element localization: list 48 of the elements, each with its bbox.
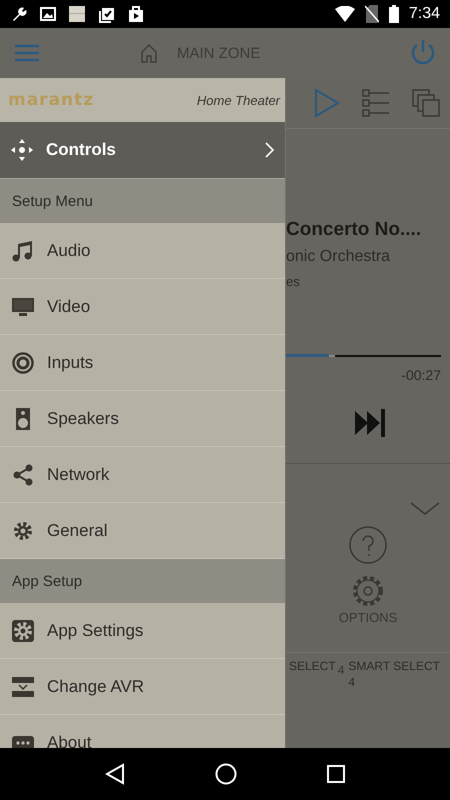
track-artist: onic Orchestra bbox=[286, 248, 392, 266]
section-header: Setup Menu bbox=[0, 179, 285, 223]
play-icon[interactable] bbox=[314, 88, 340, 118]
track-title: Concerto No.... bbox=[286, 219, 422, 241]
clock-time: 7:34 bbox=[408, 5, 440, 23]
ring-icon bbox=[12, 352, 34, 374]
menu-item[interactable]: Audio bbox=[0, 223, 285, 279]
brand-subtitle: Home Theater bbox=[196, 92, 280, 108]
bag-play-icon bbox=[128, 5, 144, 23]
power-icon[interactable] bbox=[410, 39, 436, 67]
no-sim-icon bbox=[364, 5, 379, 23]
move-arrows-icon bbox=[11, 139, 33, 161]
menu-item[interactable]: Network bbox=[0, 447, 285, 503]
share-icon bbox=[12, 464, 34, 486]
remaining-time: -00:27 bbox=[401, 367, 441, 383]
count-label: 4 bbox=[348, 675, 356, 689]
menu-item[interactable]: Video bbox=[0, 279, 285, 335]
menu-item[interactable]: Inputs bbox=[0, 335, 285, 391]
brand-logo: marantz bbox=[8, 90, 94, 110]
thumbnail-icon bbox=[68, 5, 86, 23]
help-icon[interactable] bbox=[349, 526, 387, 564]
gear-icon bbox=[12, 520, 34, 542]
home-icon[interactable] bbox=[139, 43, 159, 63]
music-note-icon bbox=[12, 240, 34, 262]
recents-icon[interactable] bbox=[327, 765, 345, 783]
menu-item[interactable]: General bbox=[0, 503, 285, 559]
menu-item[interactable]: Speakers bbox=[0, 391, 285, 447]
home-circle-icon[interactable] bbox=[215, 763, 237, 785]
battery-icon bbox=[388, 5, 399, 23]
copy-icon[interactable] bbox=[412, 89, 440, 117]
menu-item[interactable]: About bbox=[0, 715, 285, 748]
chevron-down-icon[interactable] bbox=[410, 502, 440, 516]
image-icon bbox=[40, 6, 56, 22]
menu-icon[interactable] bbox=[15, 44, 39, 62]
skip-next-icon[interactable] bbox=[354, 409, 386, 437]
section-header: App Setup bbox=[0, 559, 285, 603]
back-icon[interactable] bbox=[105, 763, 125, 785]
gear-icon[interactable] bbox=[351, 574, 385, 608]
gear-square-icon bbox=[12, 620, 34, 642]
wifi-icon bbox=[334, 6, 355, 22]
track-album: es bbox=[286, 274, 301, 289]
controls-item[interactable]: Controls bbox=[0, 122, 285, 179]
chevron-right-icon bbox=[265, 142, 275, 158]
list-icon[interactable] bbox=[362, 89, 390, 117]
menu-item[interactable]: Change AVR bbox=[0, 659, 285, 715]
menu-item[interactable]: App Settings bbox=[0, 603, 285, 659]
clipboard-check-icon bbox=[98, 5, 116, 23]
monitor-icon bbox=[12, 296, 34, 318]
